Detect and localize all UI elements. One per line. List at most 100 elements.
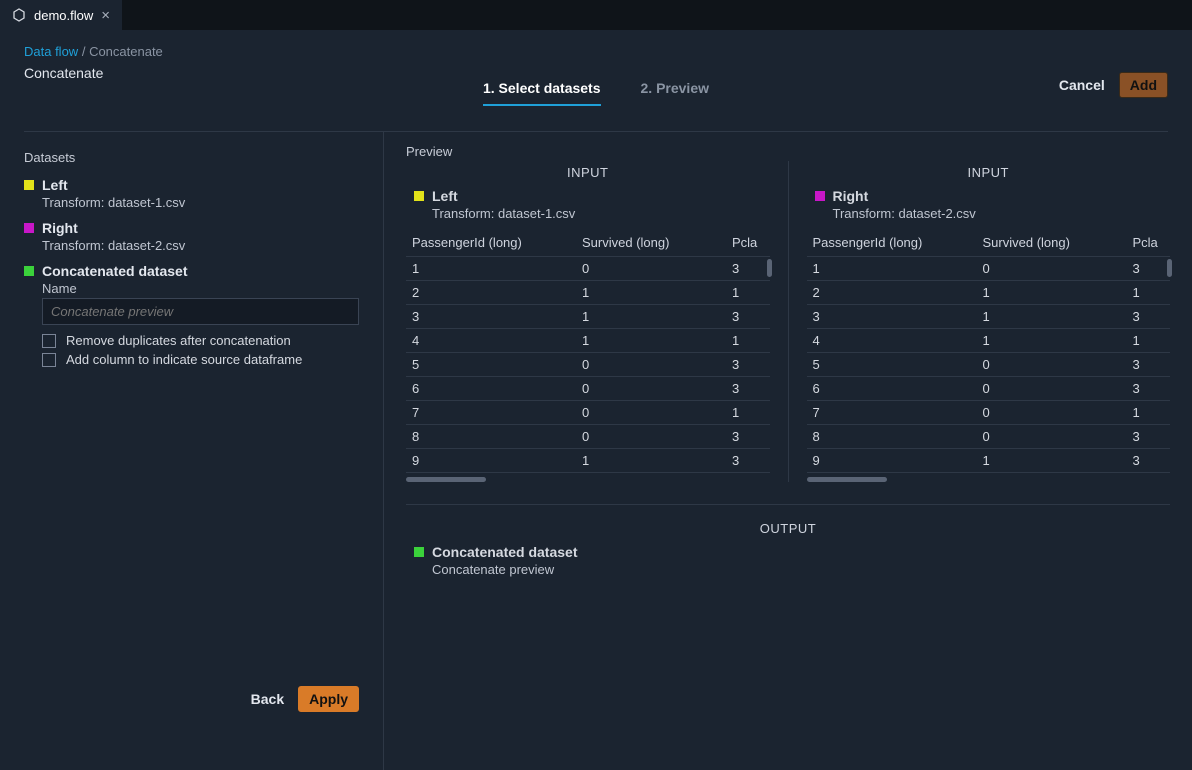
remove-duplicates-checkbox[interactable]	[42, 334, 56, 348]
col-header[interactable]: PassengerId (long)	[807, 229, 977, 257]
breadcrumb: Data flow / Concatenate	[24, 44, 1168, 59]
preview-panel: Preview INPUT Left Transform: dataset-1.…	[384, 132, 1192, 770]
table-cell: 7	[406, 401, 576, 425]
col-header[interactable]: Pcla	[1127, 229, 1171, 257]
app-window: demo.flow × Data flow / Concatenate Conc…	[0, 0, 1192, 770]
close-icon[interactable]: ×	[101, 7, 110, 24]
table-row[interactable]: 503	[406, 353, 770, 377]
table-cell: 9	[807, 449, 977, 473]
input-right-sub: Transform: dataset-2.csv	[807, 206, 1171, 221]
table-row[interactable]: 603	[406, 377, 770, 401]
table-cell: 3	[726, 449, 770, 473]
table-row[interactable]: 211	[406, 281, 770, 305]
col-header[interactable]: Survived (long)	[576, 229, 726, 257]
table-cell: 0	[977, 257, 1127, 281]
table-cell: 1	[576, 449, 726, 473]
table-row[interactable]: 603	[807, 377, 1171, 401]
right-swatch-icon	[815, 191, 825, 201]
table-cell: 1	[576, 305, 726, 329]
table-cell: 1	[1127, 329, 1171, 353]
input-pane-left: INPUT Left Transform: dataset-1.csv Pass…	[406, 161, 789, 482]
table-cell: 3	[726, 257, 770, 281]
table-cell: 1	[807, 257, 977, 281]
table-cell: 8	[406, 425, 576, 449]
table-cell: 1	[726, 329, 770, 353]
back-button[interactable]: Back	[251, 686, 284, 712]
table-cell: 4	[406, 329, 576, 353]
table-cell: 3	[1127, 257, 1171, 281]
add-source-column-checkbox[interactable]	[42, 353, 56, 367]
tabstrip: demo.flow ×	[0, 0, 1192, 30]
table-cell: 8	[807, 425, 977, 449]
table-cell: 7	[807, 401, 977, 425]
header-actions: Cancel Add	[1059, 72, 1168, 98]
horizontal-scrollbar[interactable]	[406, 477, 486, 482]
dataset-right: Right Transform: dataset-2.csv	[24, 220, 359, 253]
apply-button[interactable]: Apply	[298, 686, 359, 712]
table-cell: 1	[726, 401, 770, 425]
input-heading-right: INPUT	[807, 165, 1171, 180]
datasets-heading: Datasets	[24, 150, 359, 165]
table-cell: 0	[576, 425, 726, 449]
table-cell: 9	[406, 449, 576, 473]
table-cell: 3	[406, 305, 576, 329]
col-header[interactable]: Survived (long)	[977, 229, 1127, 257]
table-cell: 0	[576, 353, 726, 377]
left-table: PassengerId (long) Survived (long) Pcla …	[406, 229, 770, 473]
flow-file-icon	[12, 8, 26, 22]
table-cell: 5	[807, 353, 977, 377]
table-cell: 0	[576, 377, 726, 401]
table-cell: 6	[807, 377, 977, 401]
step-select-datasets[interactable]: 1. Select datasets	[483, 80, 601, 106]
add-button[interactable]: Add	[1119, 72, 1168, 98]
output-heading: OUTPUT	[406, 521, 1170, 536]
table-row[interactable]: 701	[406, 401, 770, 425]
table-row[interactable]: 803	[406, 425, 770, 449]
output-title: Concatenated dataset	[432, 544, 577, 560]
table-row[interactable]: 913	[406, 449, 770, 473]
table-row[interactable]: 313	[406, 305, 770, 329]
col-header[interactable]: PassengerId (long)	[406, 229, 576, 257]
output-sub: Concatenate preview	[406, 562, 1170, 577]
table-cell: 2	[406, 281, 576, 305]
table-row[interactable]: 103	[807, 257, 1171, 281]
table-row[interactable]: 803	[807, 425, 1171, 449]
step-preview[interactable]: 2. Preview	[641, 80, 710, 106]
breadcrumb-current: Concatenate	[89, 44, 163, 59]
vertical-scrollbar[interactable]	[767, 259, 772, 277]
table-row[interactable]: 913	[807, 449, 1171, 473]
name-input[interactable]	[42, 298, 359, 325]
input-left-sub: Transform: dataset-1.csv	[406, 206, 770, 221]
table-cell: 3	[726, 305, 770, 329]
page-title: Concatenate	[24, 65, 1168, 81]
table-cell: 2	[807, 281, 977, 305]
table-cell: 0	[977, 377, 1127, 401]
left-swatch-icon	[414, 191, 424, 201]
dataset-right-label: Right	[42, 220, 78, 236]
table-row[interactable]: 411	[807, 329, 1171, 353]
table-row[interactable]: 103	[406, 257, 770, 281]
file-tab[interactable]: demo.flow ×	[0, 0, 123, 30]
cancel-button[interactable]: Cancel	[1059, 77, 1105, 93]
table-row[interactable]: 411	[406, 329, 770, 353]
add-source-column-label: Add column to indicate source dataframe	[66, 352, 302, 367]
table-cell: 3	[726, 353, 770, 377]
dataset-left-sub: Transform: dataset-1.csv	[24, 195, 359, 210]
horizontal-scrollbar[interactable]	[807, 477, 887, 482]
output-divider	[406, 504, 1170, 505]
table-row[interactable]: 211	[807, 281, 1171, 305]
table-cell: 0	[977, 401, 1127, 425]
input-heading-left: INPUT	[406, 165, 770, 180]
breadcrumb-root[interactable]: Data flow	[24, 44, 78, 59]
name-label: Name	[24, 281, 359, 296]
table-row[interactable]: 503	[807, 353, 1171, 377]
table-row[interactable]: 701	[807, 401, 1171, 425]
table-cell: 6	[406, 377, 576, 401]
col-header[interactable]: Pcla	[726, 229, 770, 257]
table-row[interactable]: 313	[807, 305, 1171, 329]
table-cell: 1	[1127, 401, 1171, 425]
breadcrumb-sep: /	[82, 44, 89, 59]
vertical-scrollbar[interactable]	[1167, 259, 1172, 277]
concat-swatch-icon	[414, 547, 424, 557]
header-divider	[24, 131, 1168, 132]
